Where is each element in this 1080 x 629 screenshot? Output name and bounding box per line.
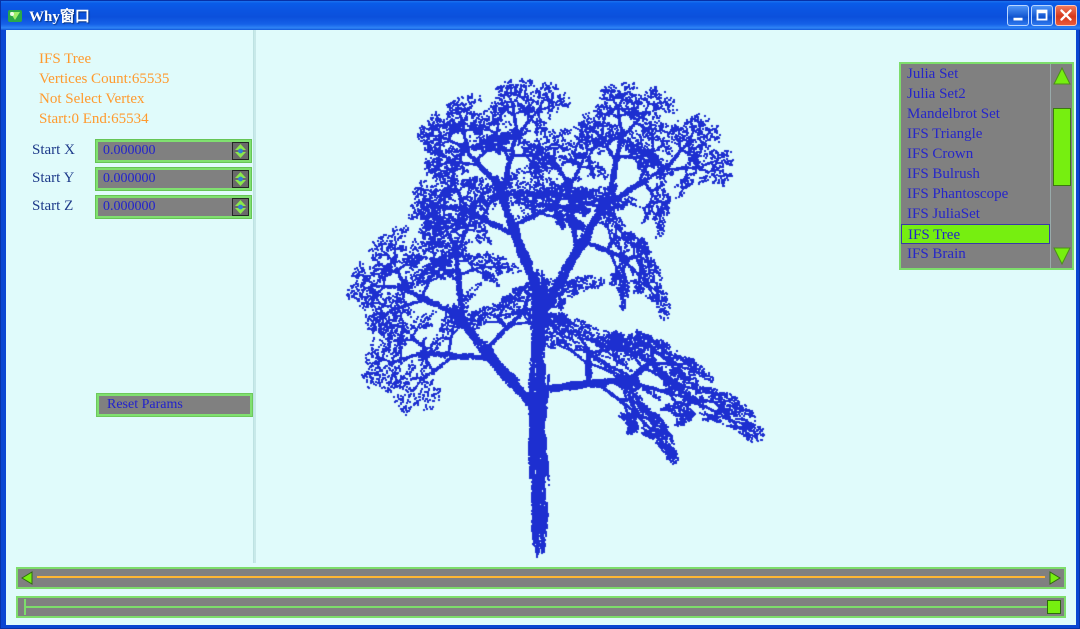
list-scroll-thumb[interactable] bbox=[1053, 108, 1071, 186]
list-item[interactable]: IFS Triangle bbox=[901, 124, 1050, 144]
start-z-value: 0.000000 bbox=[103, 199, 156, 215]
fractal-canvas[interactable] bbox=[258, 30, 810, 563]
application-window: Why窗口 IFS Tree Vertices Count:65535 Not … bbox=[0, 0, 1080, 629]
client-area: IFS Tree Vertices Count:65535 Not Select… bbox=[6, 30, 1076, 625]
list-item[interactable]: IFS Brain bbox=[901, 244, 1050, 264]
info-selection-state: Not Select Vertex bbox=[39, 91, 145, 108]
scroll-up-arrow-icon[interactable] bbox=[1052, 65, 1072, 87]
list-vertical-scrollbar[interactable] bbox=[1050, 64, 1072, 268]
list-item[interactable]: IFS Tree bbox=[901, 224, 1050, 244]
list-item[interactable]: Mandelbrot Set bbox=[901, 104, 1050, 124]
start-x-input[interactable]: 0.000000 bbox=[96, 140, 251, 162]
reset-params-label: Reset Params bbox=[107, 397, 183, 413]
horizontal-scrollbar[interactable] bbox=[16, 567, 1066, 589]
panel-divider-left bbox=[253, 30, 256, 563]
list-item[interactable]: IFS Bulrush bbox=[901, 164, 1050, 184]
list-item[interactable]: IFS JuliaSet bbox=[901, 204, 1050, 224]
start-x-label: Start X bbox=[32, 142, 75, 159]
scroll-down-arrow-icon[interactable] bbox=[1052, 245, 1072, 267]
reset-params-button[interactable]: Reset Params bbox=[97, 394, 252, 416]
position-trackbar[interactable] bbox=[16, 596, 1066, 618]
list-item[interactable]: IFS Crown bbox=[901, 144, 1050, 164]
maximize-button[interactable] bbox=[1031, 5, 1053, 26]
start-y-value: 0.000000 bbox=[103, 171, 156, 187]
fractal-list-items[interactable]: Julia Set Julia Set2 Mandelbrot Set IFS Tri… bbox=[901, 64, 1050, 268]
list-item[interactable]: Julia Set2 bbox=[901, 84, 1050, 104]
start-y-input[interactable]: 0.000000 bbox=[96, 168, 251, 190]
start-x-value: 0.000000 bbox=[103, 143, 156, 159]
minimize-button[interactable] bbox=[1007, 5, 1029, 26]
start-y-label: Start Y bbox=[32, 170, 74, 187]
window-title: Why窗口 bbox=[29, 5, 90, 26]
fractal-list-box[interactable]: Julia Set Julia Set2 Mandelbrot Set IFS Tri… bbox=[899, 62, 1074, 270]
list-item[interactable]: Julia Set bbox=[901, 64, 1050, 84]
scroll-left-arrow-icon[interactable] bbox=[19, 570, 35, 586]
start-z-label: Start Z bbox=[32, 198, 73, 215]
start-z-stepper[interactable] bbox=[232, 198, 249, 216]
start-y-stepper[interactable] bbox=[232, 170, 249, 188]
list-item[interactable]: IFS Phantoscope bbox=[901, 184, 1050, 204]
scroll-right-arrow-icon[interactable] bbox=[1047, 570, 1063, 586]
trackbar-track[interactable] bbox=[24, 606, 1058, 608]
horizontal-scroll-track[interactable] bbox=[37, 576, 1045, 578]
title-bar: Why窗口 bbox=[1, 1, 1080, 30]
trackbar-thumb[interactable] bbox=[1047, 600, 1061, 614]
info-fractal-name: IFS Tree bbox=[39, 51, 91, 68]
info-range: Start:0 End:65534 bbox=[39, 111, 149, 128]
app-icon bbox=[7, 8, 23, 24]
fractal-render-surface bbox=[258, 30, 810, 563]
start-x-stepper[interactable] bbox=[232, 142, 249, 160]
start-z-input[interactable]: 0.000000 bbox=[96, 196, 251, 218]
info-vertices-count: Vertices Count:65535 bbox=[39, 71, 169, 88]
close-button[interactable] bbox=[1055, 5, 1077, 26]
